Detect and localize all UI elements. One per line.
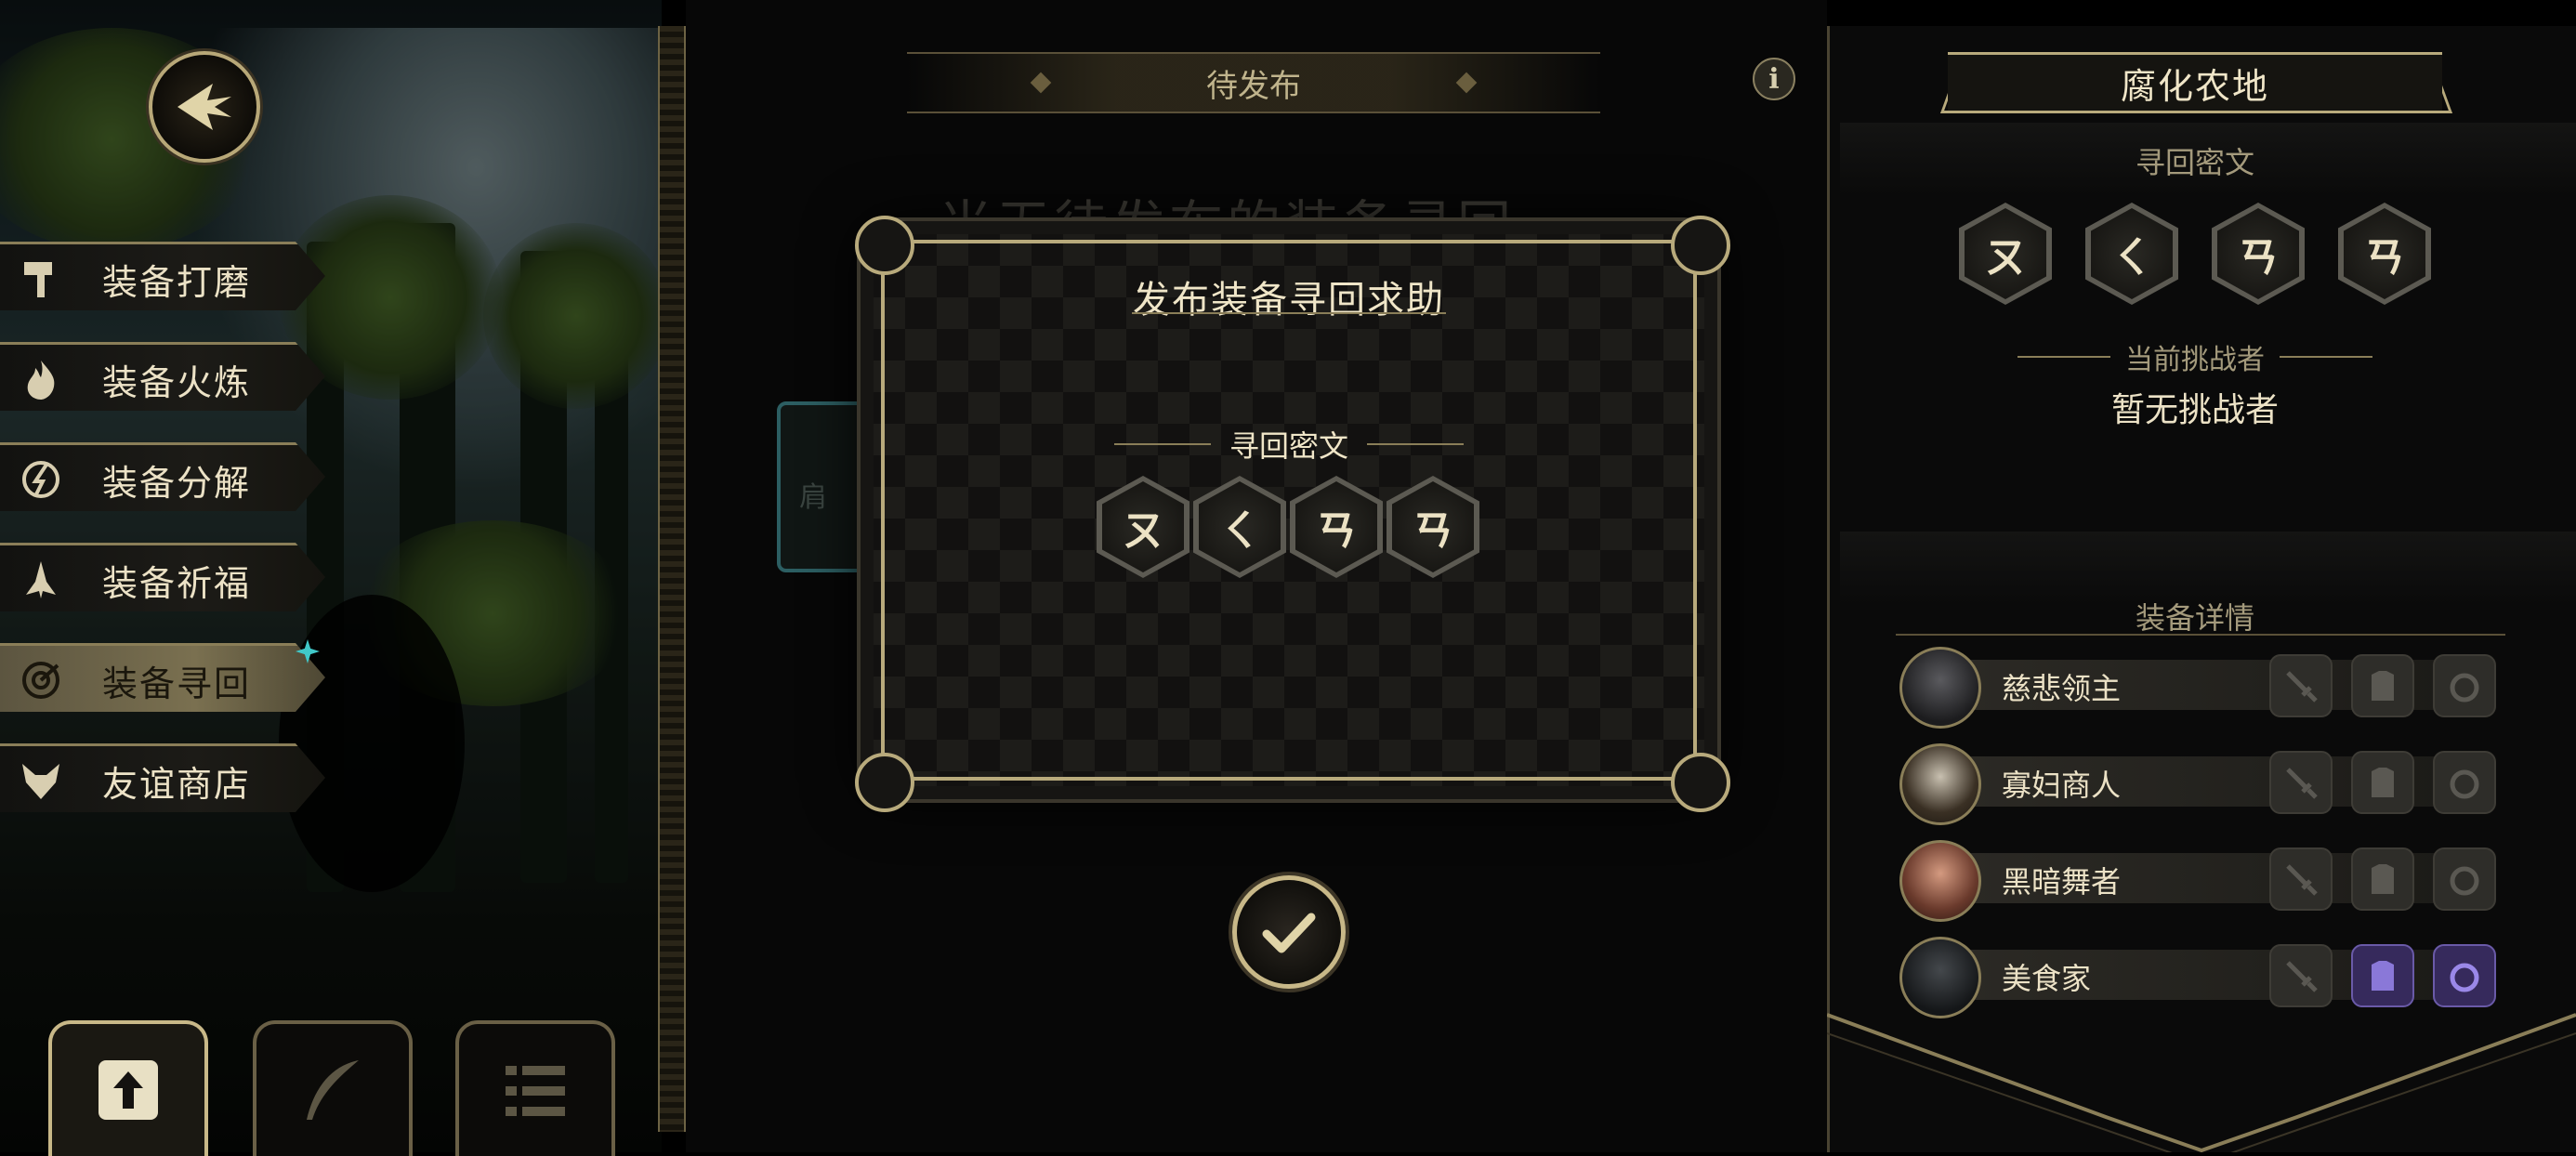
target-icon — [11, 650, 71, 710]
ring-slot-icon — [2433, 944, 2496, 1007]
background-card: 肩 — [777, 401, 874, 572]
avatar — [1899, 743, 1981, 825]
rune-glyph: ㄢ — [2217, 208, 2299, 299]
back-arrow-icon — [177, 84, 231, 130]
menu-item-friend-shop[interactable]: 友谊商店 — [0, 743, 325, 812]
menu-label: 装备分解 — [102, 462, 252, 504]
ring-slot-icon — [2433, 847, 2496, 911]
menu-item-bless[interactable]: 装备祈福 — [0, 543, 325, 611]
list-icon — [506, 1066, 565, 1116]
pending-header-label: 待发布 — [1206, 67, 1301, 105]
character-row[interactable]: 黑暗舞者 — [1899, 840, 2496, 922]
menu-item-refine[interactable]: 装备火炼 — [0, 342, 325, 411]
upload-document-icon — [99, 1060, 158, 1120]
sword-slot-icon — [2269, 847, 2333, 911]
rune-glyph: ㄑ — [2091, 208, 2173, 299]
flame-icon — [11, 349, 71, 409]
menu-item-polish[interactable]: 装备打磨 — [0, 242, 325, 310]
menu-item-decompose[interactable]: 装备分解 — [0, 442, 325, 511]
tab-publish[interactable] — [48, 1020, 208, 1156]
dialog-cipher-label: 寻回密文 — [1229, 428, 1348, 464]
pray-hands-icon — [11, 550, 71, 610]
character-name: 黑暗舞者 — [2002, 864, 2122, 900]
character-row[interactable]: 寡妇商人 — [1899, 743, 2496, 825]
info-icon: i — [1768, 62, 1780, 96]
character-name: 寡妇商人 — [2002, 768, 2122, 803]
menu-label: 友谊商店 — [102, 763, 252, 805]
avatar — [1899, 840, 1981, 922]
sword-slot-icon — [2269, 751, 2333, 814]
back-button[interactable] — [149, 51, 260, 163]
rune-glyph: ㄢ — [2344, 208, 2425, 299]
confirm-button[interactable] — [1232, 875, 1346, 989]
character-name: 慈悲领主 — [2002, 671, 2122, 706]
checkmark-icon — [1262, 913, 1316, 953]
divider-frame — [658, 26, 686, 1132]
sword-slot-icon — [2269, 654, 2333, 717]
armor-slot-icon — [2351, 847, 2414, 911]
character-row[interactable]: 美食家 — [1899, 937, 2496, 1018]
challenger-heading: 当前挑战者 — [2017, 336, 2373, 377]
dialog-cipher-heading: 寻回密文 — [1093, 424, 1485, 465]
info-button[interactable]: i — [1753, 58, 1795, 100]
ring-slot-icon — [2433, 654, 2496, 717]
rune-glyph: ㄢ — [1295, 481, 1377, 572]
feather-icon — [307, 1060, 359, 1120]
decompose-icon — [11, 450, 71, 509]
menu-item-retrieve[interactable]: 装备寻回 — [0, 643, 325, 712]
rune-glyph: ㄢ — [1392, 481, 1474, 572]
rune-glyph: ㄑ — [1199, 481, 1281, 572]
menu-label: 装备打磨 — [102, 261, 252, 303]
location-title: 腐化农地 — [1948, 52, 2442, 113]
fox-icon — [11, 751, 71, 810]
pending-header: 待发布 — [907, 52, 1600, 113]
dialog-title: 发布装备寻回求助 — [1133, 279, 1445, 322]
menu-label: 装备火炼 — [102, 361, 252, 403]
avatar — [1899, 937, 1981, 1018]
tab-list[interactable] — [455, 1020, 615, 1156]
rune-glyph: ㄡ — [1965, 208, 2046, 299]
challenger-value: 暂无挑战者 — [2110, 391, 2279, 429]
tab-quill[interactable] — [253, 1020, 413, 1156]
equipment-heading: 装备详情 — [2135, 600, 2254, 636]
background-card-text: 肩 — [799, 481, 827, 514]
publish-dialog: 发布装备寻回求助 寻回密文 ㄡ ㄑ ㄢ ㄢ — [855, 216, 1730, 812]
menu-label: 装备寻回 — [102, 663, 252, 704]
ring-slot-icon — [2433, 751, 2496, 814]
character-row[interactable]: 慈悲领主 — [1899, 647, 2496, 729]
armor-slot-icon — [2351, 654, 2414, 717]
armor-slot-icon — [2351, 944, 2414, 1007]
armor-slot-icon — [2351, 751, 2414, 814]
cipher-heading: 寻回密文 — [2135, 145, 2254, 180]
avatar — [1899, 647, 1981, 729]
panel-bottom-ornament — [1827, 1013, 2576, 1152]
sword-slot-icon — [2269, 944, 2333, 1007]
challenger-label: 当前挑战者 — [2125, 344, 2265, 376]
rune-glyph: ㄡ — [1102, 481, 1184, 572]
character-name: 美食家 — [2002, 961, 2092, 996]
menu-label: 装备祈福 — [102, 562, 252, 604]
hammer-icon — [11, 249, 71, 309]
